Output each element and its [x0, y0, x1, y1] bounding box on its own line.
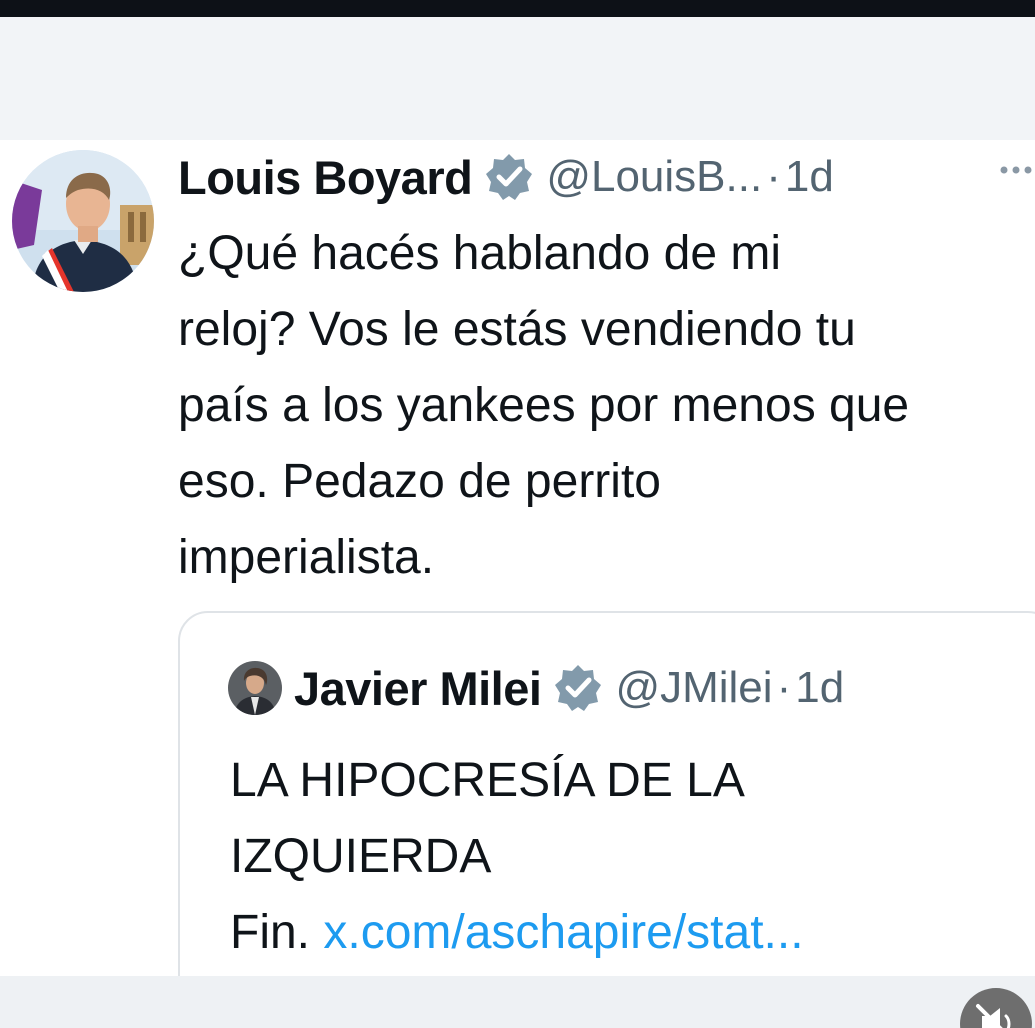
- header-separator: ·: [766, 152, 781, 201]
- tweet-header: Louis Boyard @LouisB... · 1d: [178, 146, 834, 208]
- quoted-header-separator: ·: [776, 663, 792, 712]
- quoted-author-avatar[interactable]: [228, 661, 282, 715]
- more-options-icon[interactable]: [998, 160, 1035, 180]
- tweet-timestamp[interactable]: 1d: [785, 152, 834, 202]
- quoted-header: Javier Milei @JMilei · 1d: [228, 657, 844, 719]
- quoted-text: LA HIPOCRESÍA DE LA IZQUIERDA: [230, 754, 745, 883]
- quoted-tweet[interactable]: Javier Milei @JMilei · 1d LA HIPOCRESÍA …: [178, 611, 1035, 976]
- author-handle[interactable]: @LouisB...: [546, 152, 762, 202]
- status-bar: [0, 0, 1035, 17]
- quoted-timestamp[interactable]: 1d: [795, 663, 844, 713]
- quoted-link-prefix: Fin.: [230, 906, 324, 959]
- verified-badge-icon: [484, 152, 534, 202]
- author-name[interactable]: Louis Boyard: [178, 150, 473, 205]
- verified-badge-icon: [553, 663, 603, 713]
- quoted-author-name[interactable]: Javier Milei: [294, 661, 542, 716]
- tweet-text: ¿Qué hacés hablando de mi reloj? Vos le …: [178, 227, 910, 584]
- top-spacer: [0, 17, 1035, 140]
- tweet-card[interactable]: Louis Boyard @LouisB... · 1d ¿Qué hacés …: [0, 140, 1035, 976]
- quoted-link-line: Fin. x.com/aschapire/stat...: [230, 895, 804, 971]
- quoted-author-handle[interactable]: @JMilei: [615, 663, 772, 713]
- quoted-link[interactable]: x.com/aschapire/stat...: [323, 906, 803, 959]
- bottom-spacer: [0, 976, 1035, 1028]
- author-avatar[interactable]: [12, 150, 154, 292]
- muted-speaker-icon[interactable]: [960, 988, 1032, 1028]
